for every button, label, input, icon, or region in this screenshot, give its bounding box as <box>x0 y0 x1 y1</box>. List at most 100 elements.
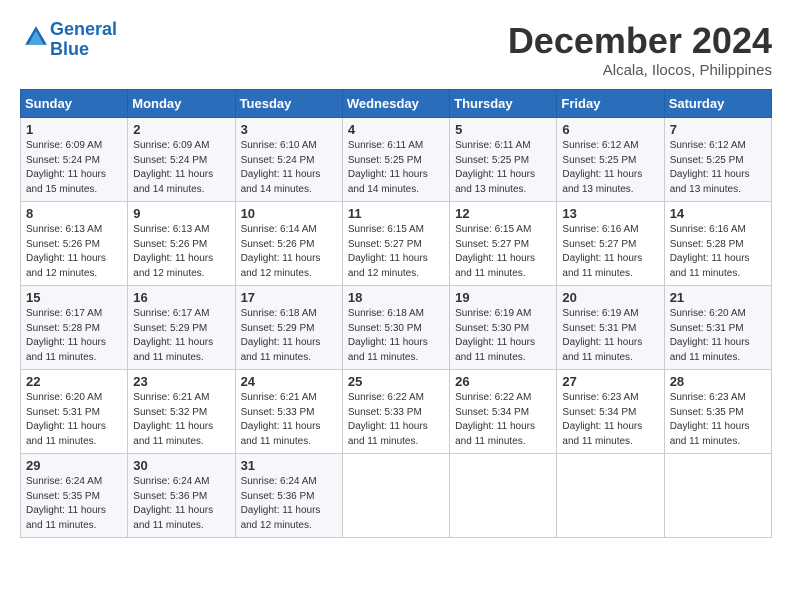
day-info: Sunrise: 6:10 AMSunset: 5:24 PMDaylight:… <box>241 139 337 197</box>
day-info: Sunrise: 6:24 AMSunset: 5:36 PMDaylight:… <box>133 475 229 533</box>
day-number: 24 <box>241 374 337 389</box>
calendar-cell: 7 Sunrise: 6:12 AMSunset: 5:25 PMDaylight… <box>664 118 771 202</box>
calendar-cell <box>664 454 771 538</box>
day-number: 20 <box>562 290 658 305</box>
col-header-thursday: Thursday <box>450 90 557 118</box>
calendar-cell: 21 Sunrise: 6:20 AMSunset: 5:31 PMDayligh… <box>664 286 771 370</box>
calendar-cell: 25 Sunrise: 6:22 AMSunset: 5:33 PMDayligh… <box>342 370 449 454</box>
col-header-saturday: Saturday <box>664 90 771 118</box>
col-header-friday: Friday <box>557 90 664 118</box>
col-header-monday: Monday <box>128 90 235 118</box>
day-info: Sunrise: 6:23 AMSunset: 5:34 PMDaylight:… <box>562 391 658 449</box>
day-info: Sunrise: 6:21 AMSunset: 5:33 PMDaylight:… <box>241 391 337 449</box>
day-info: Sunrise: 6:17 AMSunset: 5:28 PMDaylight:… <box>26 307 122 365</box>
calendar-cell: 23 Sunrise: 6:21 AMSunset: 5:32 PMDayligh… <box>128 370 235 454</box>
calendar-cell: 18 Sunrise: 6:18 AMSunset: 5:30 PMDayligh… <box>342 286 449 370</box>
day-info: Sunrise: 6:15 AMSunset: 5:27 PMDaylight:… <box>455 223 551 281</box>
day-number: 21 <box>670 290 766 305</box>
day-number: 18 <box>348 290 444 305</box>
day-info: Sunrise: 6:16 AMSunset: 5:27 PMDaylight:… <box>562 223 658 281</box>
day-number: 10 <box>241 206 337 221</box>
logo-line2: Blue <box>50 39 89 59</box>
day-number: 28 <box>670 374 766 389</box>
day-number: 17 <box>241 290 337 305</box>
day-number: 30 <box>133 458 229 473</box>
calendar-week-row: 29 Sunrise: 6:24 AMSunset: 5:35 PMDayligh… <box>21 454 772 538</box>
day-number: 26 <box>455 374 551 389</box>
day-info: Sunrise: 6:11 AMSunset: 5:25 PMDaylight:… <box>455 139 551 197</box>
calendar-cell: 8 Sunrise: 6:13 AMSunset: 5:26 PMDaylight… <box>21 202 128 286</box>
month-title: December 2024 <box>508 20 772 62</box>
day-number: 29 <box>26 458 122 473</box>
calendar-week-row: 22 Sunrise: 6:20 AMSunset: 5:31 PMDayligh… <box>21 370 772 454</box>
day-info: Sunrise: 6:21 AMSunset: 5:32 PMDaylight:… <box>133 391 229 449</box>
calendar-cell: 24 Sunrise: 6:21 AMSunset: 5:33 PMDayligh… <box>235 370 342 454</box>
calendar-cell: 9 Sunrise: 6:13 AMSunset: 5:26 PMDaylight… <box>128 202 235 286</box>
col-header-wednesday: Wednesday <box>342 90 449 118</box>
day-number: 31 <box>241 458 337 473</box>
day-number: 25 <box>348 374 444 389</box>
calendar-cell: 4 Sunrise: 6:11 AMSunset: 5:25 PMDaylight… <box>342 118 449 202</box>
day-number: 9 <box>133 206 229 221</box>
calendar-cell: 20Sunrise: 6:19 AMSunset: 5:31 PMDayligh… <box>557 286 664 370</box>
day-info: Sunrise: 6:13 AMSunset: 5:26 PMDaylight:… <box>133 223 229 281</box>
calendar-cell <box>557 454 664 538</box>
day-number: 13 <box>562 206 658 221</box>
day-info: Sunrise: 6:18 AMSunset: 5:29 PMDaylight:… <box>241 307 337 365</box>
day-number: 27 <box>562 374 658 389</box>
page-header: General Blue December 2024 Alcala, Iloco… <box>20 20 772 79</box>
col-header-tuesday: Tuesday <box>235 90 342 118</box>
day-info: Sunrise: 6:20 AMSunset: 5:31 PMDaylight:… <box>670 307 766 365</box>
day-info: Sunrise: 6:13 AMSunset: 5:26 PMDaylight:… <box>26 223 122 281</box>
day-info: Sunrise: 6:22 AMSunset: 5:34 PMDaylight:… <box>455 391 551 449</box>
calendar-cell: 16Sunrise: 6:17 AMSunset: 5:29 PMDayligh… <box>128 286 235 370</box>
day-number: 15 <box>26 290 122 305</box>
logo-line1: General <box>50 19 117 39</box>
calendar-table: SundayMondayTuesdayWednesdayThursdayFrid… <box>20 89 772 538</box>
day-number: 5 <box>455 122 551 137</box>
calendar-cell: 26 Sunrise: 6:22 AMSunset: 5:34 PMDayligh… <box>450 370 557 454</box>
day-info: Sunrise: 6:12 AMSunset: 5:25 PMDaylight:… <box>670 139 766 197</box>
day-info: Sunrise: 6:24 AMSunset: 5:36 PMDaylight:… <box>241 475 337 533</box>
calendar-cell: 30 Sunrise: 6:24 AMSunset: 5:36 PMDayligh… <box>128 454 235 538</box>
calendar-week-row: 1 Sunrise: 6:09 AMSunset: 5:24 PMDaylight… <box>21 118 772 202</box>
calendar-cell: 22 Sunrise: 6:20 AMSunset: 5:31 PMDayligh… <box>21 370 128 454</box>
day-info: Sunrise: 6:18 AMSunset: 5:30 PMDaylight:… <box>348 307 444 365</box>
calendar-cell: 27 Sunrise: 6:23 AMSunset: 5:34 PMDayligh… <box>557 370 664 454</box>
calendar-cell: 12 Sunrise: 6:15 AMSunset: 5:27 PMDayligh… <box>450 202 557 286</box>
day-info: Sunrise: 6:09 AMSunset: 5:24 PMDaylight:… <box>133 139 229 197</box>
day-number: 7 <box>670 122 766 137</box>
day-number: 1 <box>26 122 122 137</box>
day-info: Sunrise: 6:15 AMSunset: 5:27 PMDaylight:… <box>348 223 444 281</box>
calendar-cell: 5 Sunrise: 6:11 AMSunset: 5:25 PMDaylight… <box>450 118 557 202</box>
day-info: Sunrise: 6:20 AMSunset: 5:31 PMDaylight:… <box>26 391 122 449</box>
calendar-cell: 3 Sunrise: 6:10 AMSunset: 5:24 PMDaylight… <box>235 118 342 202</box>
calendar-cell: 14Sunrise: 6:16 AMSunset: 5:28 PMDayligh… <box>664 202 771 286</box>
calendar-header-row: SundayMondayTuesdayWednesdayThursdayFrid… <box>21 90 772 118</box>
day-info: Sunrise: 6:11 AMSunset: 5:25 PMDaylight:… <box>348 139 444 197</box>
calendar-cell: 10Sunrise: 6:14 AMSunset: 5:26 PMDayligh… <box>235 202 342 286</box>
day-info: Sunrise: 6:17 AMSunset: 5:29 PMDaylight:… <box>133 307 229 365</box>
day-number: 11 <box>348 206 444 221</box>
day-number: 12 <box>455 206 551 221</box>
day-info: Sunrise: 6:24 AMSunset: 5:35 PMDaylight:… <box>26 475 122 533</box>
logo: General Blue <box>20 20 117 60</box>
day-number: 6 <box>562 122 658 137</box>
calendar-cell: 29 Sunrise: 6:24 AMSunset: 5:35 PMDayligh… <box>21 454 128 538</box>
calendar-week-row: 8 Sunrise: 6:13 AMSunset: 5:26 PMDaylight… <box>21 202 772 286</box>
day-number: 4 <box>348 122 444 137</box>
calendar-cell: 28Sunrise: 6:23 AMSunset: 5:35 PMDayligh… <box>664 370 771 454</box>
day-info: Sunrise: 6:19 AMSunset: 5:30 PMDaylight:… <box>455 307 551 365</box>
day-number: 2 <box>133 122 229 137</box>
calendar-cell: 15 Sunrise: 6:17 AMSunset: 5:28 PMDayligh… <box>21 286 128 370</box>
day-number: 3 <box>241 122 337 137</box>
col-header-sunday: Sunday <box>21 90 128 118</box>
day-number: 23 <box>133 374 229 389</box>
day-info: Sunrise: 6:22 AMSunset: 5:33 PMDaylight:… <box>348 391 444 449</box>
day-number: 8 <box>26 206 122 221</box>
day-number: 19 <box>455 290 551 305</box>
calendar-week-row: 15 Sunrise: 6:17 AMSunset: 5:28 PMDayligh… <box>21 286 772 370</box>
day-number: 22 <box>26 374 122 389</box>
day-info: Sunrise: 6:09 AMSunset: 5:24 PMDaylight:… <box>26 139 122 197</box>
day-info: Sunrise: 6:12 AMSunset: 5:25 PMDaylight:… <box>562 139 658 197</box>
